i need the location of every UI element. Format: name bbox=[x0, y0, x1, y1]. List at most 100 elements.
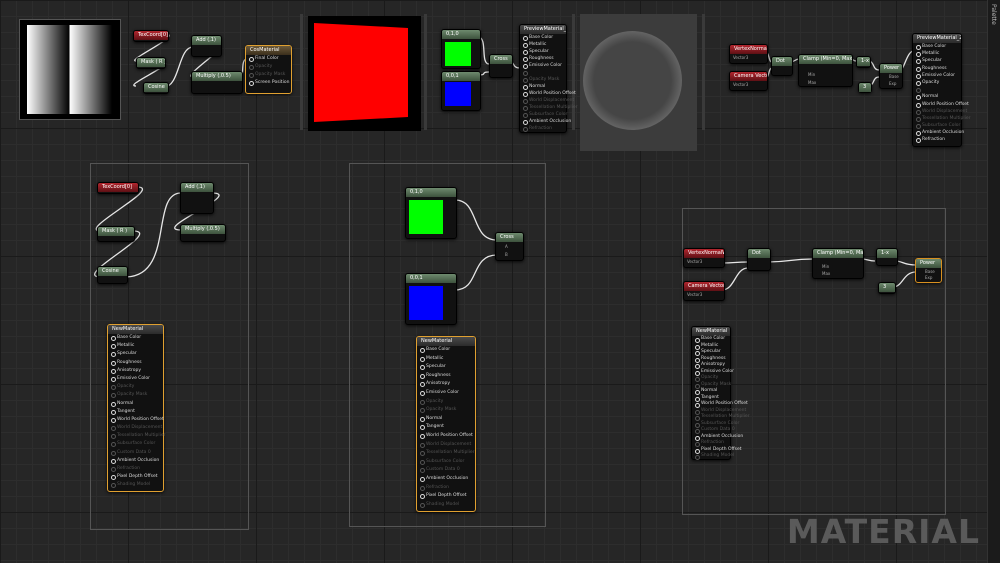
material-pin[interactable]: Tessellation Multiplier bbox=[520, 104, 578, 111]
material-pin[interactable]: Screen Position bbox=[246, 79, 291, 87]
material-pin[interactable]: Opacity bbox=[417, 398, 475, 407]
multiply-node[interactable]: Multiply (,0.5) bbox=[180, 224, 226, 242]
material-pin[interactable]: Tessellation Multiplier bbox=[108, 432, 166, 440]
dot-node[interactable]: Dot bbox=[747, 248, 771, 271]
material-pin[interactable]: Ambient Occlusion bbox=[417, 475, 475, 484]
material-pin[interactable]: Opacity Mask bbox=[417, 406, 475, 415]
material-pin[interactable]: Opacity bbox=[913, 79, 961, 87]
material-pin[interactable]: Specular bbox=[417, 363, 475, 372]
material-pin[interactable]: World Position Offset bbox=[520, 90, 576, 97]
one-minus-node[interactable]: 1-x bbox=[876, 248, 898, 266]
rgb-green-node[interactable]: 0,1,0 bbox=[441, 29, 481, 69]
constant-three-node[interactable]: 3 bbox=[858, 82, 872, 93]
material-pin[interactable]: Shading Model bbox=[108, 481, 163, 489]
texcoord-node[interactable]: TexCoord[0] bbox=[97, 182, 139, 194]
cosine-node[interactable]: Cosine bbox=[97, 266, 128, 284]
clamp-node[interactable]: Clamp (Min=0, Max=1) Min Max bbox=[798, 54, 853, 87]
material-pin[interactable]: Subsurface Color bbox=[520, 111, 567, 118]
texcoord-node[interactable]: TexCoord[0] bbox=[133, 30, 169, 42]
mask-node[interactable]: Mask ( R ) bbox=[97, 226, 135, 242]
material-pin[interactable]: Roughness bbox=[520, 55, 566, 62]
vertex-normal-node[interactable]: VertexNormalWS Vector3 bbox=[683, 248, 725, 268]
material-pin[interactable]: Metallic bbox=[520, 41, 566, 48]
material-pin[interactable]: Metallic bbox=[417, 355, 475, 364]
preview-material-1-node[interactable]: PreviewMaterial_1 Base Color Metallic Spec… bbox=[519, 24, 578, 133]
material-pin[interactable]: Subsurface Color bbox=[108, 440, 163, 448]
new-material-node[interactable]: NewMaterial Base Color Metallic Specular Ro… bbox=[107, 324, 166, 492]
material-pin[interactable]: Base Color bbox=[417, 346, 475, 355]
material-pin[interactable]: Ambient Occlusion bbox=[108, 457, 163, 465]
material-pin[interactable]: World Displacement bbox=[520, 97, 574, 104]
material-pin[interactable]: Emissive Color bbox=[520, 62, 566, 69]
material-pin[interactable]: Pixel Depth Offset bbox=[417, 492, 475, 501]
add-node[interactable]: Add (,1) bbox=[180, 182, 214, 214]
material-pin[interactable]: Roughness bbox=[913, 65, 961, 72]
material-pin[interactable] bbox=[520, 69, 566, 76]
mask-node[interactable]: Mask ( R ) bbox=[136, 57, 166, 69]
material-pin[interactable]: Final Color bbox=[246, 55, 291, 63]
material-pin[interactable]: Ambient Occlusion bbox=[913, 129, 964, 137]
material-pin[interactable]: Roughness bbox=[108, 359, 163, 367]
material-pin[interactable] bbox=[913, 86, 961, 94]
new-material-node[interactable]: NewMaterial Base Color Metallic Specular Ro… bbox=[691, 326, 750, 460]
add-node[interactable]: Add (,1) bbox=[191, 35, 222, 57]
material-pin[interactable]: Anisotropy bbox=[417, 380, 475, 389]
material-pin[interactable]: Roughness bbox=[417, 372, 475, 381]
constant-three-node[interactable]: 3 bbox=[878, 282, 896, 294]
material-pin[interactable]: Custom Data 0 bbox=[417, 466, 475, 475]
material-pin[interactable]: Normal bbox=[108, 400, 163, 408]
material-pin[interactable]: Ambient Occlusion bbox=[520, 118, 571, 125]
material-pin[interactable]: Tessellation Multiplier bbox=[417, 449, 475, 458]
new-material-node[interactable]: NewMaterial Base Color Metallic Specular Ro… bbox=[416, 336, 476, 512]
material-pin[interactable]: Subsurface Color bbox=[417, 458, 475, 467]
graph-canvas[interactable]: TexCoord[0] Mask ( R ) Cosine Add (,1) M… bbox=[0, 0, 1000, 563]
camera-vector-node[interactable]: Camera Vector Vector3 bbox=[683, 281, 725, 301]
material-pin[interactable]: Refraction bbox=[108, 465, 163, 473]
material-pin[interactable]: Custom Data 0 bbox=[108, 449, 163, 457]
material-pin[interactable]: Normal bbox=[913, 93, 961, 101]
dot-node[interactable]: Dot bbox=[771, 56, 793, 76]
material-pin[interactable]: Tangent bbox=[417, 423, 475, 432]
material-pin[interactable]: Opacity Mask bbox=[520, 76, 566, 83]
material-pin[interactable]: Tessellation Multiplier bbox=[913, 115, 971, 123]
material-pin[interactable]: Shading Model bbox=[417, 501, 475, 510]
material-pin[interactable]: Subsurface Color bbox=[913, 122, 961, 130]
material-pin[interactable]: World Displacement bbox=[913, 108, 967, 115]
material-pin[interactable]: World Position Offset bbox=[108, 416, 164, 424]
material-pin[interactable]: Metallic bbox=[913, 50, 961, 58]
material-pin[interactable]: World Position Offset bbox=[913, 101, 969, 108]
material-pin[interactable]: Shading Model bbox=[692, 453, 734, 460]
material-pin[interactable]: Emissive Color bbox=[913, 72, 961, 79]
palette-panel[interactable]: Palette bbox=[987, 0, 1000, 563]
cross-node[interactable]: Cross A B bbox=[495, 232, 524, 261]
material-pin[interactable]: Opacity Mask bbox=[246, 71, 291, 79]
material-pin[interactable]: Base Color bbox=[913, 43, 961, 51]
cross-node[interactable]: Cross bbox=[489, 54, 513, 78]
cos-material-node[interactable]: CosMaterial Final Color Opacity Opacity … bbox=[245, 45, 292, 94]
material-pin[interactable]: Tangent bbox=[108, 408, 163, 416]
material-pin[interactable]: World Displacement bbox=[417, 441, 475, 450]
material-pin[interactable]: Pixel Depth Offset bbox=[108, 473, 163, 481]
palette-label[interactable]: Palette bbox=[990, 4, 997, 25]
material-pin[interactable]: Opacity bbox=[246, 63, 291, 71]
material-pin[interactable]: Base Color bbox=[108, 334, 163, 342]
multiply-node[interactable]: Multiply (,0.5) bbox=[191, 71, 243, 94]
power-node[interactable]: Power Base Exp bbox=[915, 258, 942, 283]
material-pin[interactable]: Metallic bbox=[108, 342, 163, 350]
material-pin[interactable]: Normal bbox=[417, 415, 475, 424]
power-node[interactable]: Power Base Exp bbox=[879, 63, 903, 89]
material-pin[interactable]: Refraction bbox=[913, 136, 961, 144]
rgb-blue-node[interactable]: 0,0,1 bbox=[405, 273, 457, 325]
camera-vector-node[interactable]: Camera Vector Vector3 bbox=[729, 71, 768, 91]
rgb-green-node[interactable]: 0,1,0 bbox=[405, 187, 457, 239]
material-pin[interactable]: Specular bbox=[108, 350, 163, 358]
material-pin[interactable]: Specular bbox=[913, 57, 961, 65]
material-pin[interactable]: Emissive Color bbox=[417, 389, 475, 398]
material-pin[interactable]: Emissive Color bbox=[108, 375, 163, 383]
rgb-blue-node[interactable]: 0,0,1 bbox=[441, 71, 481, 111]
material-pin[interactable]: World Displacement bbox=[108, 424, 163, 432]
one-minus-node[interactable]: 1-x bbox=[856, 56, 871, 68]
preview-material-2-node[interactable]: PreviewMaterial_2 Base Color Metallic Spec… bbox=[912, 33, 971, 147]
vertex-normal-node[interactable]: VertexNormalWS Vector3 bbox=[729, 44, 768, 64]
material-pin[interactable]: Opacity Mask bbox=[108, 391, 163, 399]
